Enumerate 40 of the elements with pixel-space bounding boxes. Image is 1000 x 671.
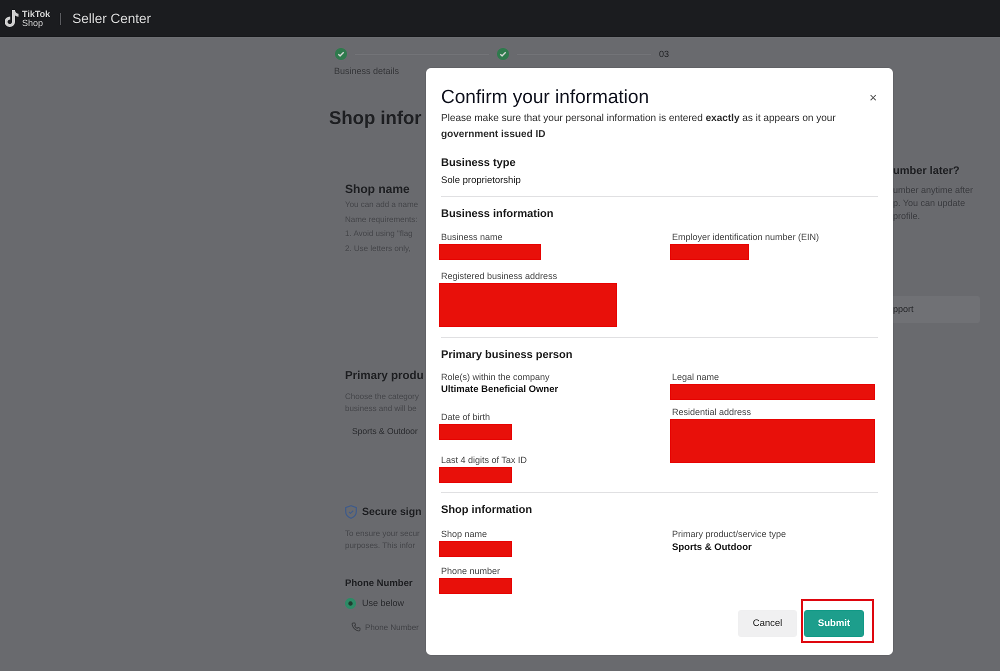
logo-wordmark: TikTok [22,10,50,18]
field-label: Legal name [672,371,720,383]
section-heading: Business type [441,156,516,170]
card-heading: Primary produ [345,369,424,384]
card-heading: Shop name [345,181,410,197]
field-label: Phone number [441,565,500,577]
shield-icon [345,505,357,519]
submit-button[interactable]: Submit [804,610,864,637]
field-value: Ultimate Beneficial Owner [441,383,558,397]
field-label: Shop name [441,528,488,540]
radio-button-icon[interactable] [345,598,356,608]
field-label: Business name [441,231,503,243]
card-heading: Secure sign [362,505,422,520]
music-note-logo-icon [5,10,19,28]
field-value: Sports & Outdoor [672,541,752,555]
field-label: Residential address [672,406,752,418]
field-label: Date of birth [441,411,490,423]
category-option[interactable]: Sports & Outdoor [352,423,418,439]
cancel-button[interactable]: Cancel [738,610,797,637]
page-title: Shop infor [329,106,422,130]
radio-label: Use below [362,597,404,610]
app-title: Seller Center [72,11,151,26]
field-label: Role(s) within the company [441,371,550,383]
phone-icon [351,622,361,632]
section-heading: Business information [441,207,554,221]
field-label: Phone Number [345,577,413,590]
dialog-instructions: Please make sure that your personal information is entered exactly as it appears on your government issued ID [441,112,837,142]
dialog-title: Confirm your information [441,86,650,110]
field-label: Last 4 digits of Tax ID [441,454,527,466]
field-label: Registered business address [441,270,558,282]
logo-subtitle: Shop [22,18,44,28]
step-number: 03 [659,48,670,60]
field-label: Employer identification number (EIN) [672,231,820,243]
section-heading: Primary business person [441,348,572,362]
section-heading: Shop information [441,503,532,517]
field-value: Sole proprietorship [441,174,521,186]
field-label: Primary product/service type [672,528,786,540]
close-button[interactable]: × [868,91,878,105]
card-heading: umber later? [893,164,960,178]
support-button[interactable]: pport [893,296,980,322]
